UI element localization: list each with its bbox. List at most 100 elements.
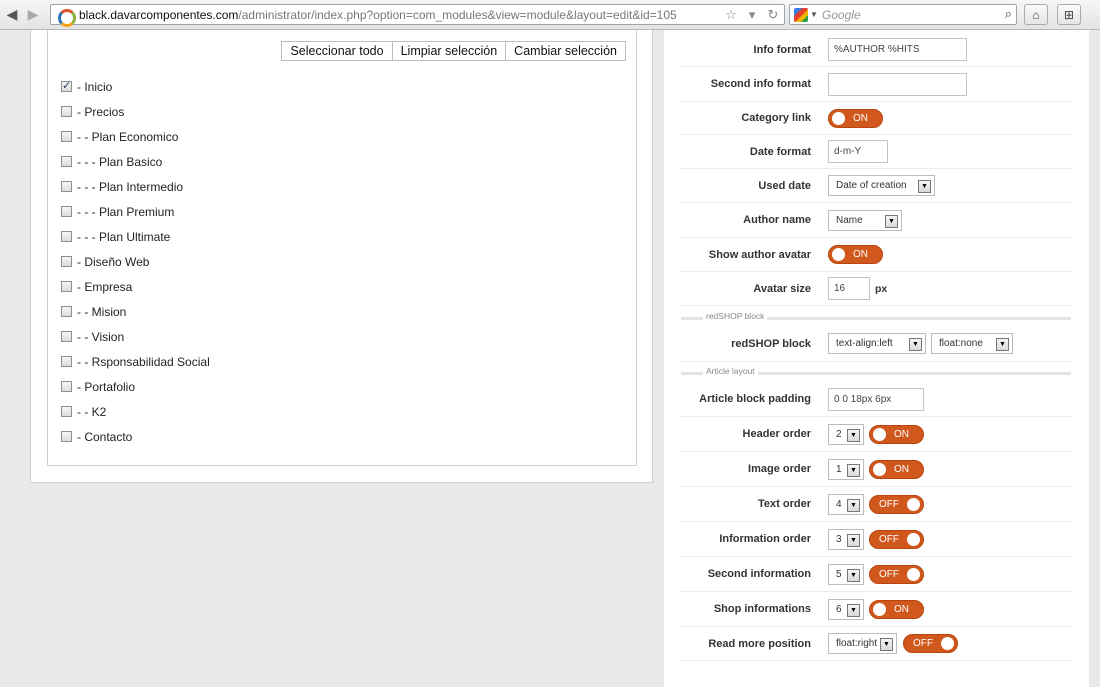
search-bar[interactable]: ▼ Google ⌕ <box>789 4 1017 25</box>
menu-item-label: - Precios <box>77 104 125 119</box>
menu-item-checkbox[interactable] <box>61 79 72 92</box>
menu-item[interactable]: - - Plan Economico <box>61 124 210 149</box>
addon-icon[interactable]: ⊞ <box>1057 4 1081 25</box>
show-author-avatar-toggle[interactable]: ON <box>828 245 883 264</box>
information-order-select[interactable]: 3 ▼ <box>828 529 864 550</box>
home-icon[interactable]: ⌂ <box>1024 4 1048 25</box>
second-info-format-input[interactable] <box>828 73 967 96</box>
read-more-position-toggle[interactable]: OFF <box>903 634 958 653</box>
menu-item[interactable]: - Diseño Web <box>61 249 210 274</box>
label-avatar-size: Avatar size <box>753 283 811 295</box>
menu-item-checkbox[interactable] <box>61 431 72 442</box>
search-icon[interactable]: ⌕ <box>1005 6 1012 22</box>
row-second-info-format: Second info format <box>681 67 1071 102</box>
menu-item-label: - - Rsponsabilidad Social <box>77 354 210 369</box>
menu-item-label: - Inicio <box>77 79 113 94</box>
label-article-block-padding: Article block padding <box>699 393 811 405</box>
second-information-toggle[interactable]: OFF <box>869 565 924 584</box>
menu-item[interactable]: - Precios <box>61 99 210 124</box>
menu-item[interactable]: - - - Plan Ultimate <box>61 224 210 249</box>
info-format-input[interactable]: %AUTHOR %HITS <box>828 38 967 61</box>
menu-item-label: - - - Plan Ultimate <box>77 229 171 244</box>
chevron-down-icon: ▼ <box>847 569 860 582</box>
clear-selection-button[interactable]: Limpiar selección <box>391 41 507 61</box>
author-name-select[interactable]: Name ▼ <box>828 210 902 231</box>
menu-item[interactable]: - Empresa <box>61 274 210 299</box>
menu-item[interactable]: - Inicio <box>61 74 210 99</box>
chevron-down-icon: ▼ <box>885 215 898 228</box>
menu-item-checkbox[interactable] <box>61 281 72 292</box>
menu-item-checkbox[interactable] <box>61 206 72 217</box>
menu-item[interactable]: - - Mision <box>61 299 210 324</box>
menu-item[interactable]: - Portafolio <box>61 374 210 399</box>
avatar-size-input[interactable]: 16 <box>828 277 870 300</box>
chevron-down-icon: ▼ <box>996 338 1009 351</box>
select-all-button[interactable]: Seleccionar todo <box>281 41 393 61</box>
category-link-toggle[interactable]: ON <box>828 109 883 128</box>
information-order-toggle[interactable]: OFF <box>869 530 924 549</box>
header-order-toggle[interactable]: ON <box>869 425 924 444</box>
menu-item-label: - Diseño Web <box>77 254 150 269</box>
image-order-toggle[interactable]: ON <box>869 460 924 479</box>
menu-item[interactable]: - - Vision <box>61 324 210 349</box>
forward-icon[interactable]: ▶ <box>23 4 43 24</box>
read-more-position-select[interactable]: float:right ▼ <box>828 633 897 654</box>
menu-item[interactable]: - - - Plan Premium <box>61 199 210 224</box>
menu-item-checkbox[interactable] <box>61 181 72 192</box>
menu-item[interactable]: - - K2 <box>61 399 210 424</box>
row-information-order: Information order 3 ▼ OFF <box>681 522 1071 557</box>
menu-item-checkbox[interactable] <box>61 331 72 342</box>
label-second-info-format: Second info format <box>710 78 811 90</box>
menu-item[interactable]: - - - Plan Basico <box>61 149 210 174</box>
redshop-float-select[interactable]: float:none ▼ <box>931 333 1013 354</box>
label-redshop-block: redSHOP block <box>731 338 811 350</box>
used-date-select[interactable]: Date of creation ▼ <box>828 175 935 196</box>
menu-item-checkbox[interactable] <box>61 231 72 242</box>
row-show-author-avatar: Show author avatar ON <box>681 238 1071 272</box>
chevron-down-icon: ▼ <box>880 638 893 651</box>
date-format-input[interactable]: d-m-Y <box>828 140 888 163</box>
menu-item-label: - - - Plan Premium <box>77 204 175 219</box>
label-used-date: Used date <box>758 180 811 192</box>
chevron-down-icon: ▼ <box>847 604 860 617</box>
menu-item-label: - - K2 <box>77 404 107 419</box>
address-bar[interactable]: black.davarcomponentes.com/administrator… <box>50 4 785 27</box>
menu-item-label: - - - Plan Intermedio <box>77 179 184 194</box>
invert-selection-button[interactable]: Cambiar selección <box>505 41 626 61</box>
label-date-format: Date format <box>749 146 811 158</box>
header-order-select[interactable]: 2 ▼ <box>828 424 864 445</box>
menu-item[interactable]: - - - Plan Intermedio <box>61 174 210 199</box>
image-order-select[interactable]: 1 ▼ <box>828 459 864 480</box>
row-date-format: Date format d-m-Y <box>681 135 1071 169</box>
row-header-order: Header order 2 ▼ ON <box>681 417 1071 452</box>
menu-item[interactable]: - - Rsponsabilidad Social <box>61 349 210 374</box>
text-order-select[interactable]: 4 ▼ <box>828 494 864 515</box>
engine-dropdown-icon[interactable]: ▼ <box>810 10 818 19</box>
dropdown-icon[interactable]: ▾ <box>743 6 761 23</box>
browser-toolbar: ◀ ▶ black.davarcomponentes.com/administr… <box>0 0 1100 30</box>
article-block-padding-input[interactable]: 0 0 18px 6px <box>828 388 924 411</box>
section-title-redshop: redSHOP block <box>703 311 768 321</box>
shop-informations-toggle[interactable]: ON <box>869 600 924 619</box>
star-icon[interactable]: ☆ <box>722 6 740 23</box>
redshop-align-select[interactable]: text-align:left ▼ <box>828 333 926 354</box>
menu-item-checkbox[interactable] <box>61 406 72 417</box>
text-order-toggle[interactable]: OFF <box>869 495 924 514</box>
second-information-select[interactable]: 5 ▼ <box>828 564 864 585</box>
menu-item-checkbox[interactable] <box>61 131 72 142</box>
shop-informations-select[interactable]: 6 ▼ <box>828 599 864 620</box>
chevron-down-icon: ▼ <box>847 429 860 442</box>
back-icon[interactable]: ◀ <box>2 4 22 24</box>
row-redshop-block: redSHOP block text-align:left ▼ float:non… <box>681 326 1071 362</box>
menu-assignment-panel: Seleccionar todo Limpiar selección Cambi… <box>30 30 653 483</box>
menu-item-checkbox[interactable] <box>61 256 72 267</box>
menu-item-checkbox[interactable] <box>61 306 72 317</box>
menu-item-checkbox[interactable] <box>61 156 72 167</box>
row-image-order: Image order 1 ▼ ON <box>681 452 1071 487</box>
menu-item-checkbox[interactable] <box>61 356 72 367</box>
reload-icon[interactable]: ↻ <box>764 6 782 23</box>
label-read-more-position: Read more position <box>708 638 811 650</box>
menu-item-checkbox[interactable] <box>61 381 72 392</box>
menu-item-checkbox[interactable] <box>61 106 72 117</box>
menu-item[interactable]: - Contacto <box>61 424 210 449</box>
